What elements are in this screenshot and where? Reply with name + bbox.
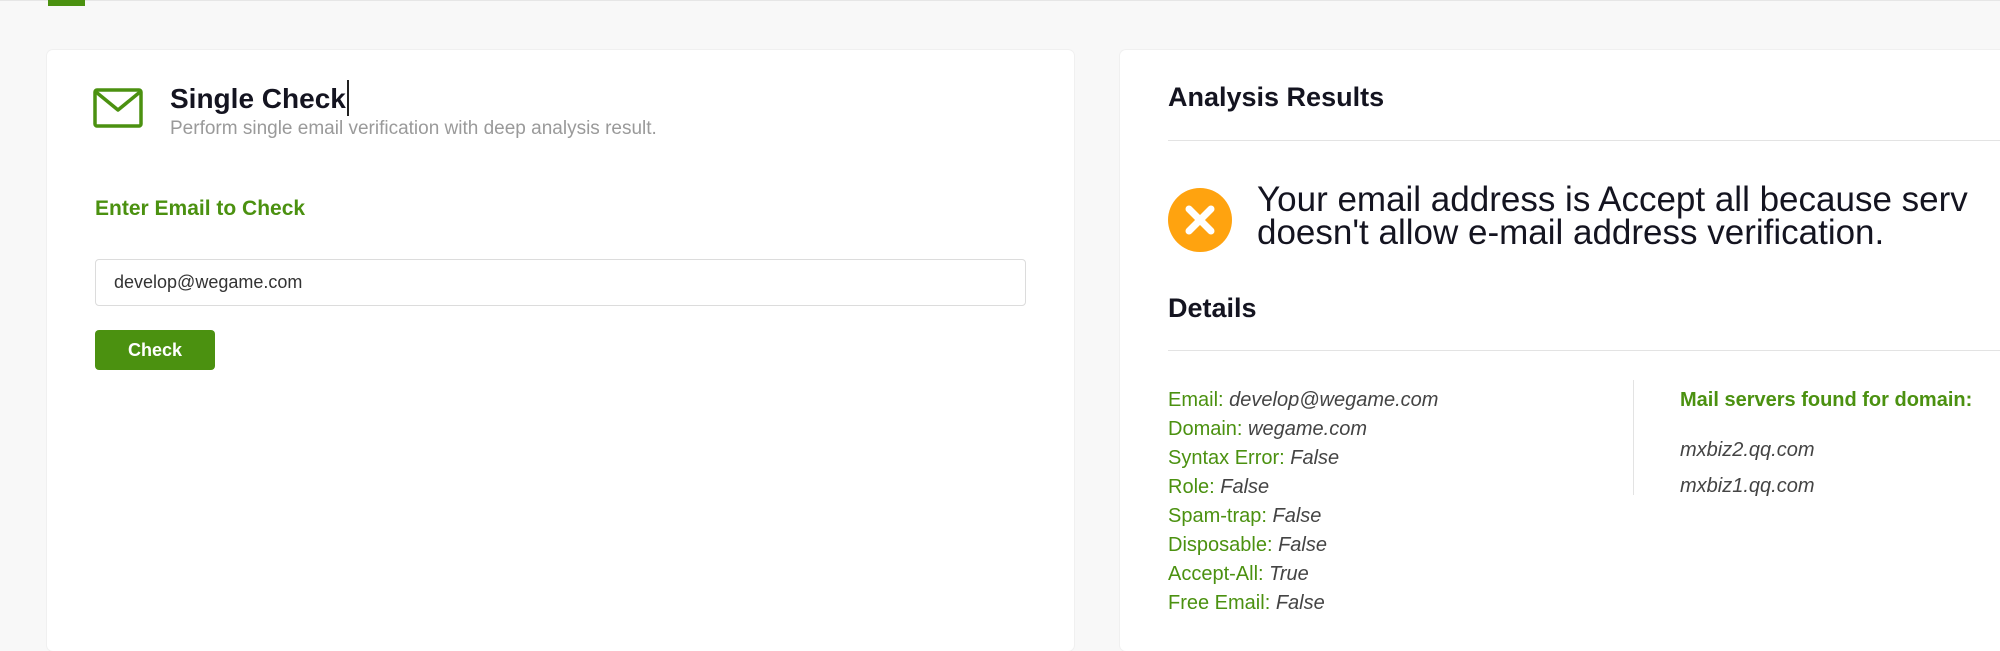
detail-free-email: Free Email: False xyxy=(1168,589,1438,618)
detail-spam-trap: Spam-trap: False xyxy=(1168,502,1438,531)
active-tab-indicator xyxy=(48,0,85,6)
detail-key: Email: xyxy=(1168,389,1224,411)
results-divider xyxy=(1168,140,2000,141)
detail-key: Accept-All: xyxy=(1168,563,1264,585)
email-input[interactable] xyxy=(95,259,1026,306)
details-vertical-divider xyxy=(1633,380,1634,495)
analysis-results-card: Analysis Results Your email address is A… xyxy=(1120,50,2000,651)
detail-disposable: Disposable: False xyxy=(1168,531,1438,560)
mail-server-item: mxbiz1.qq.com xyxy=(1680,475,1815,497)
detail-value: develop@wegame.com xyxy=(1229,389,1439,411)
details-list: Email: develop@wegame.com Domain: wegame… xyxy=(1168,386,1438,618)
single-check-title-text: Single Check xyxy=(170,83,346,114)
detail-key: Role: xyxy=(1168,476,1215,498)
detail-key: Spam-trap: xyxy=(1168,505,1267,527)
detail-key: Syntax Error: xyxy=(1168,447,1285,469)
check-button[interactable]: Check xyxy=(95,330,215,370)
detail-value: True xyxy=(1269,563,1309,585)
detail-domain: Domain: wegame.com xyxy=(1168,415,1438,444)
status-line-2: doesn't allow e-mail address verificatio… xyxy=(1257,213,1885,252)
mail-servers-title: Mail servers found for domain: xyxy=(1680,389,1973,411)
mail-servers-list: mxbiz2.qq.com mxbiz1.qq.com xyxy=(1680,432,1815,504)
detail-value: False xyxy=(1272,505,1322,527)
detail-value: False xyxy=(1278,534,1327,556)
single-check-title: Single Check xyxy=(170,80,349,116)
top-border xyxy=(0,0,2000,1)
status-line-1: Your email address is Accept all because… xyxy=(1257,180,1968,219)
single-check-card: Single Check Perform single email verifi… xyxy=(47,50,1074,651)
detail-value: False xyxy=(1290,447,1340,469)
detail-value: False xyxy=(1220,476,1270,498)
detail-key: Free Email: xyxy=(1168,592,1271,614)
detail-accept-all: Accept-All: True xyxy=(1168,560,1438,589)
detail-role: Role: False xyxy=(1168,473,1438,502)
detail-value: wegame.com xyxy=(1248,418,1367,440)
single-check-subtitle: Perform single email verification with d… xyxy=(170,118,657,139)
envelope-icon xyxy=(93,88,143,128)
text-cursor xyxy=(346,80,349,116)
details-title: Details xyxy=(1168,293,1257,323)
analysis-results-title: Analysis Results xyxy=(1168,82,1385,112)
detail-key: Disposable: xyxy=(1168,534,1273,556)
mail-server-item: mxbiz2.qq.com xyxy=(1680,439,1815,461)
detail-syntax-error: Syntax Error: False xyxy=(1168,444,1438,473)
detail-key: Domain: xyxy=(1168,418,1243,440)
status-message: Your email address is Accept all because… xyxy=(1257,180,2000,252)
detail-value: False xyxy=(1275,592,1325,614)
detail-email: Email: develop@wegame.com xyxy=(1168,386,1438,415)
details-divider xyxy=(1168,350,2000,351)
enter-email-label: Enter Email to Check xyxy=(95,197,306,220)
x-circle-icon xyxy=(1168,188,1232,252)
